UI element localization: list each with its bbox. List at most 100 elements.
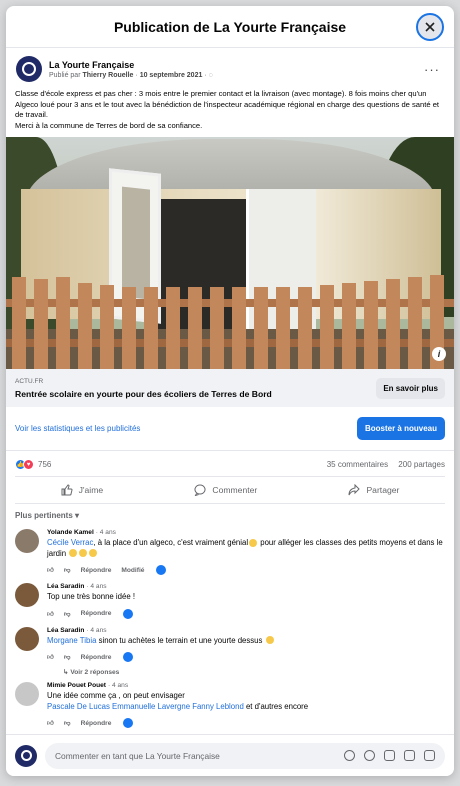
emoji-picker-icon[interactable] <box>364 750 375 761</box>
page-avatar[interactable] <box>16 56 42 82</box>
gif-icon[interactable] <box>404 750 415 761</box>
sticker-icon[interactable] <box>424 750 435 761</box>
comment-label: Commenter <box>212 485 258 495</box>
comment-mention[interactable]: Pascale De Lucas Emmanuelle Lavergne Fan… <box>47 702 244 711</box>
emoji-icon <box>79 549 88 558</box>
comment-button[interactable]: Commenter <box>194 484 257 496</box>
comment-item: Léa Saradin · 4 ans Top une très bonne id… <box>6 579 454 623</box>
post-date[interactable]: 10 septembre 2021 <box>140 72 203 79</box>
comment-text: Une idée comme ça , on peut envisager Pa… <box>47 691 445 712</box>
commenter-avatar[interactable] <box>15 529 39 553</box>
comment-like-icon[interactable]: 👍︎ <box>47 566 54 574</box>
like-label: J'aime <box>78 485 104 495</box>
post-photo[interactable]: i <box>6 137 454 369</box>
comment-text-part: , à la place d'un algeco, c'est vraiment… <box>93 538 249 547</box>
comment-text: Morgane Tibia sinon tu achètes le terrai… <box>47 636 445 647</box>
link-domain: ACTU.FR <box>15 377 44 385</box>
reaction-summary[interactable]: 👍 ♥ 756 <box>15 459 51 470</box>
comment-item: Léa Saradin · 4 ans Morgane Tibia sinon t… <box>6 623 454 667</box>
link-preview[interactable]: ACTU.FR Rentrée scolaire en yourte pour … <box>6 369 454 407</box>
commenter-avatar[interactable] <box>15 682 39 706</box>
comment-composer: Commenter en tant que La Yourte Français… <box>6 734 454 776</box>
thumbs-up-icon <box>61 484 73 496</box>
post-text-paragraph: Merci à la commune de Terres de bord de … <box>15 120 203 130</box>
post-text-paragraph: Classe d'école express et pas cher : 3 m… <box>15 89 440 119</box>
comment-text: Top une très bonne idée ! <box>47 592 135 601</box>
comment-edited-label[interactable]: Modifié <box>121 567 144 574</box>
comments-count[interactable]: 35 commentaires <box>327 460 388 469</box>
comment-mention[interactable]: Morgane Tibia <box>47 636 96 645</box>
close-button[interactable] <box>416 13 444 41</box>
globe-icon: · ◌ <box>204 71 213 79</box>
comment-like-icon[interactable]: 👍︎ <box>47 610 54 618</box>
messenger-icon[interactable] <box>156 565 167 575</box>
comment-input[interactable]: Commenter en tant que La Yourte Français… <box>45 742 445 769</box>
comment-text-part: Une idée comme ça , on peut envisager <box>47 691 185 700</box>
messenger-icon[interactable] <box>123 608 134 619</box>
shares-count[interactable]: 200 partages <box>398 460 445 469</box>
comment-dislike-icon[interactable]: 👎︎ <box>64 653 71 661</box>
post-text: Classe d'école express et pas cher : 3 m… <box>6 86 454 137</box>
emoji-icon <box>69 549 78 558</box>
comment-filter-dropdown[interactable]: Plus pertinents ▾ <box>6 504 454 525</box>
emoji-icon <box>265 636 274 645</box>
comment-like-icon[interactable]: 👍︎ <box>47 719 54 727</box>
comment-reply-link[interactable]: Répondre <box>81 610 112 617</box>
more-options-button[interactable]: ··· <box>420 62 444 77</box>
comment-dislike-icon[interactable]: 👎︎ <box>64 610 71 618</box>
promotion-bar: Voir les statistiques et les publicités … <box>6 407 454 451</box>
comment-time[interactable]: · 4 ans <box>86 583 106 590</box>
composer-avatar[interactable] <box>15 744 37 767</box>
commenter-avatar[interactable] <box>15 626 39 651</box>
view-replies-label: Voir 2 réponses <box>70 669 120 676</box>
comment-text: Cécile Verrac, à la place d'un algeco, c… <box>47 538 445 559</box>
comment-time[interactable]: · 4 ans <box>108 682 128 689</box>
view-replies-link[interactable]: ↳ Voir 2 réponses <box>6 666 454 678</box>
close-icon <box>425 22 435 32</box>
dialog-title: Publication de La Yourte Française <box>113 18 347 35</box>
comment-reply-link[interactable]: Répondre <box>81 720 112 727</box>
comment-author[interactable]: Mimie Pouet Pouet <box>47 682 106 689</box>
published-by-prefix: Publié par <box>49 71 81 79</box>
avatar-sticker-icon[interactable] <box>344 750 355 761</box>
emoji-icon <box>249 538 258 547</box>
share-arrow-icon <box>348 484 361 496</box>
camera-icon[interactable] <box>384 750 395 761</box>
comment-dislike-icon[interactable]: 👎︎ <box>64 566 71 574</box>
info-icon[interactable]: i <box>432 347 446 361</box>
comment-author[interactable]: Yolande Kamel <box>47 529 94 536</box>
comment-input-placeholder: Commenter en tant que La Yourte Français… <box>55 750 220 761</box>
love-reaction-icon: ♥ <box>23 459 34 470</box>
stats-link[interactable]: Voir les statistiques et les publicités <box>15 424 140 433</box>
comment-reply-link[interactable]: Répondre <box>81 654 112 661</box>
chevron-down-icon: ▾ <box>75 511 80 520</box>
comment-time[interactable]: · 4 ans <box>96 529 116 536</box>
messenger-icon[interactable] <box>123 652 134 662</box>
reactions-bar: 👍 ♥ 756 35 commentaires 200 partages <box>6 451 454 476</box>
commenter-avatar[interactable] <box>15 583 39 607</box>
post-subtitle: Publié par Thierry Rouelle · 10 septembr… <box>49 72 420 79</box>
messenger-icon[interactable] <box>123 718 134 728</box>
post-author[interactable]: Thierry Rouelle <box>82 72 133 79</box>
comment-author[interactable]: Léa Saradin <box>47 583 84 590</box>
comment-author[interactable]: Léa Saradin <box>47 627 84 634</box>
learn-more-button[interactable]: En savoir plus <box>376 377 445 399</box>
page-name[interactable]: La Yourte Française <box>49 60 420 70</box>
author-info-icon: · <box>135 71 138 79</box>
share-button[interactable]: Partager <box>348 484 399 496</box>
link-title[interactable]: Rentrée scolaire en yourte pour des écol… <box>15 389 376 399</box>
comment-filter-label: Plus pertinents <box>15 511 73 520</box>
comment-dislike-icon[interactable]: 👎︎ <box>64 719 71 727</box>
dialog-scroll-area[interactable]: La Yourte Française Publié par Thierry R… <box>6 48 454 734</box>
comment-text-part: sinon tu achètes le terrain et une yourt… <box>96 635 263 645</box>
comment-like-icon[interactable]: 👍︎ <box>47 653 54 661</box>
comment-mention[interactable]: Cécile Verrac <box>47 538 93 547</box>
reaction-count: 756 <box>38 460 52 469</box>
like-button[interactable]: J'aime <box>61 484 104 496</box>
boost-again-button[interactable]: Booster à nouveau <box>356 417 445 440</box>
post-header: La Yourte Française Publié par Thierry R… <box>6 48 454 86</box>
comment-item: Yolande Kamel · 4 ans Cécile Verrac, à la… <box>6 525 454 579</box>
comment-reply-link[interactable]: Répondre <box>81 567 112 574</box>
comment-time[interactable]: · 4 ans <box>86 627 106 634</box>
dialog-header: Publication de La Yourte Française <box>6 6 454 48</box>
